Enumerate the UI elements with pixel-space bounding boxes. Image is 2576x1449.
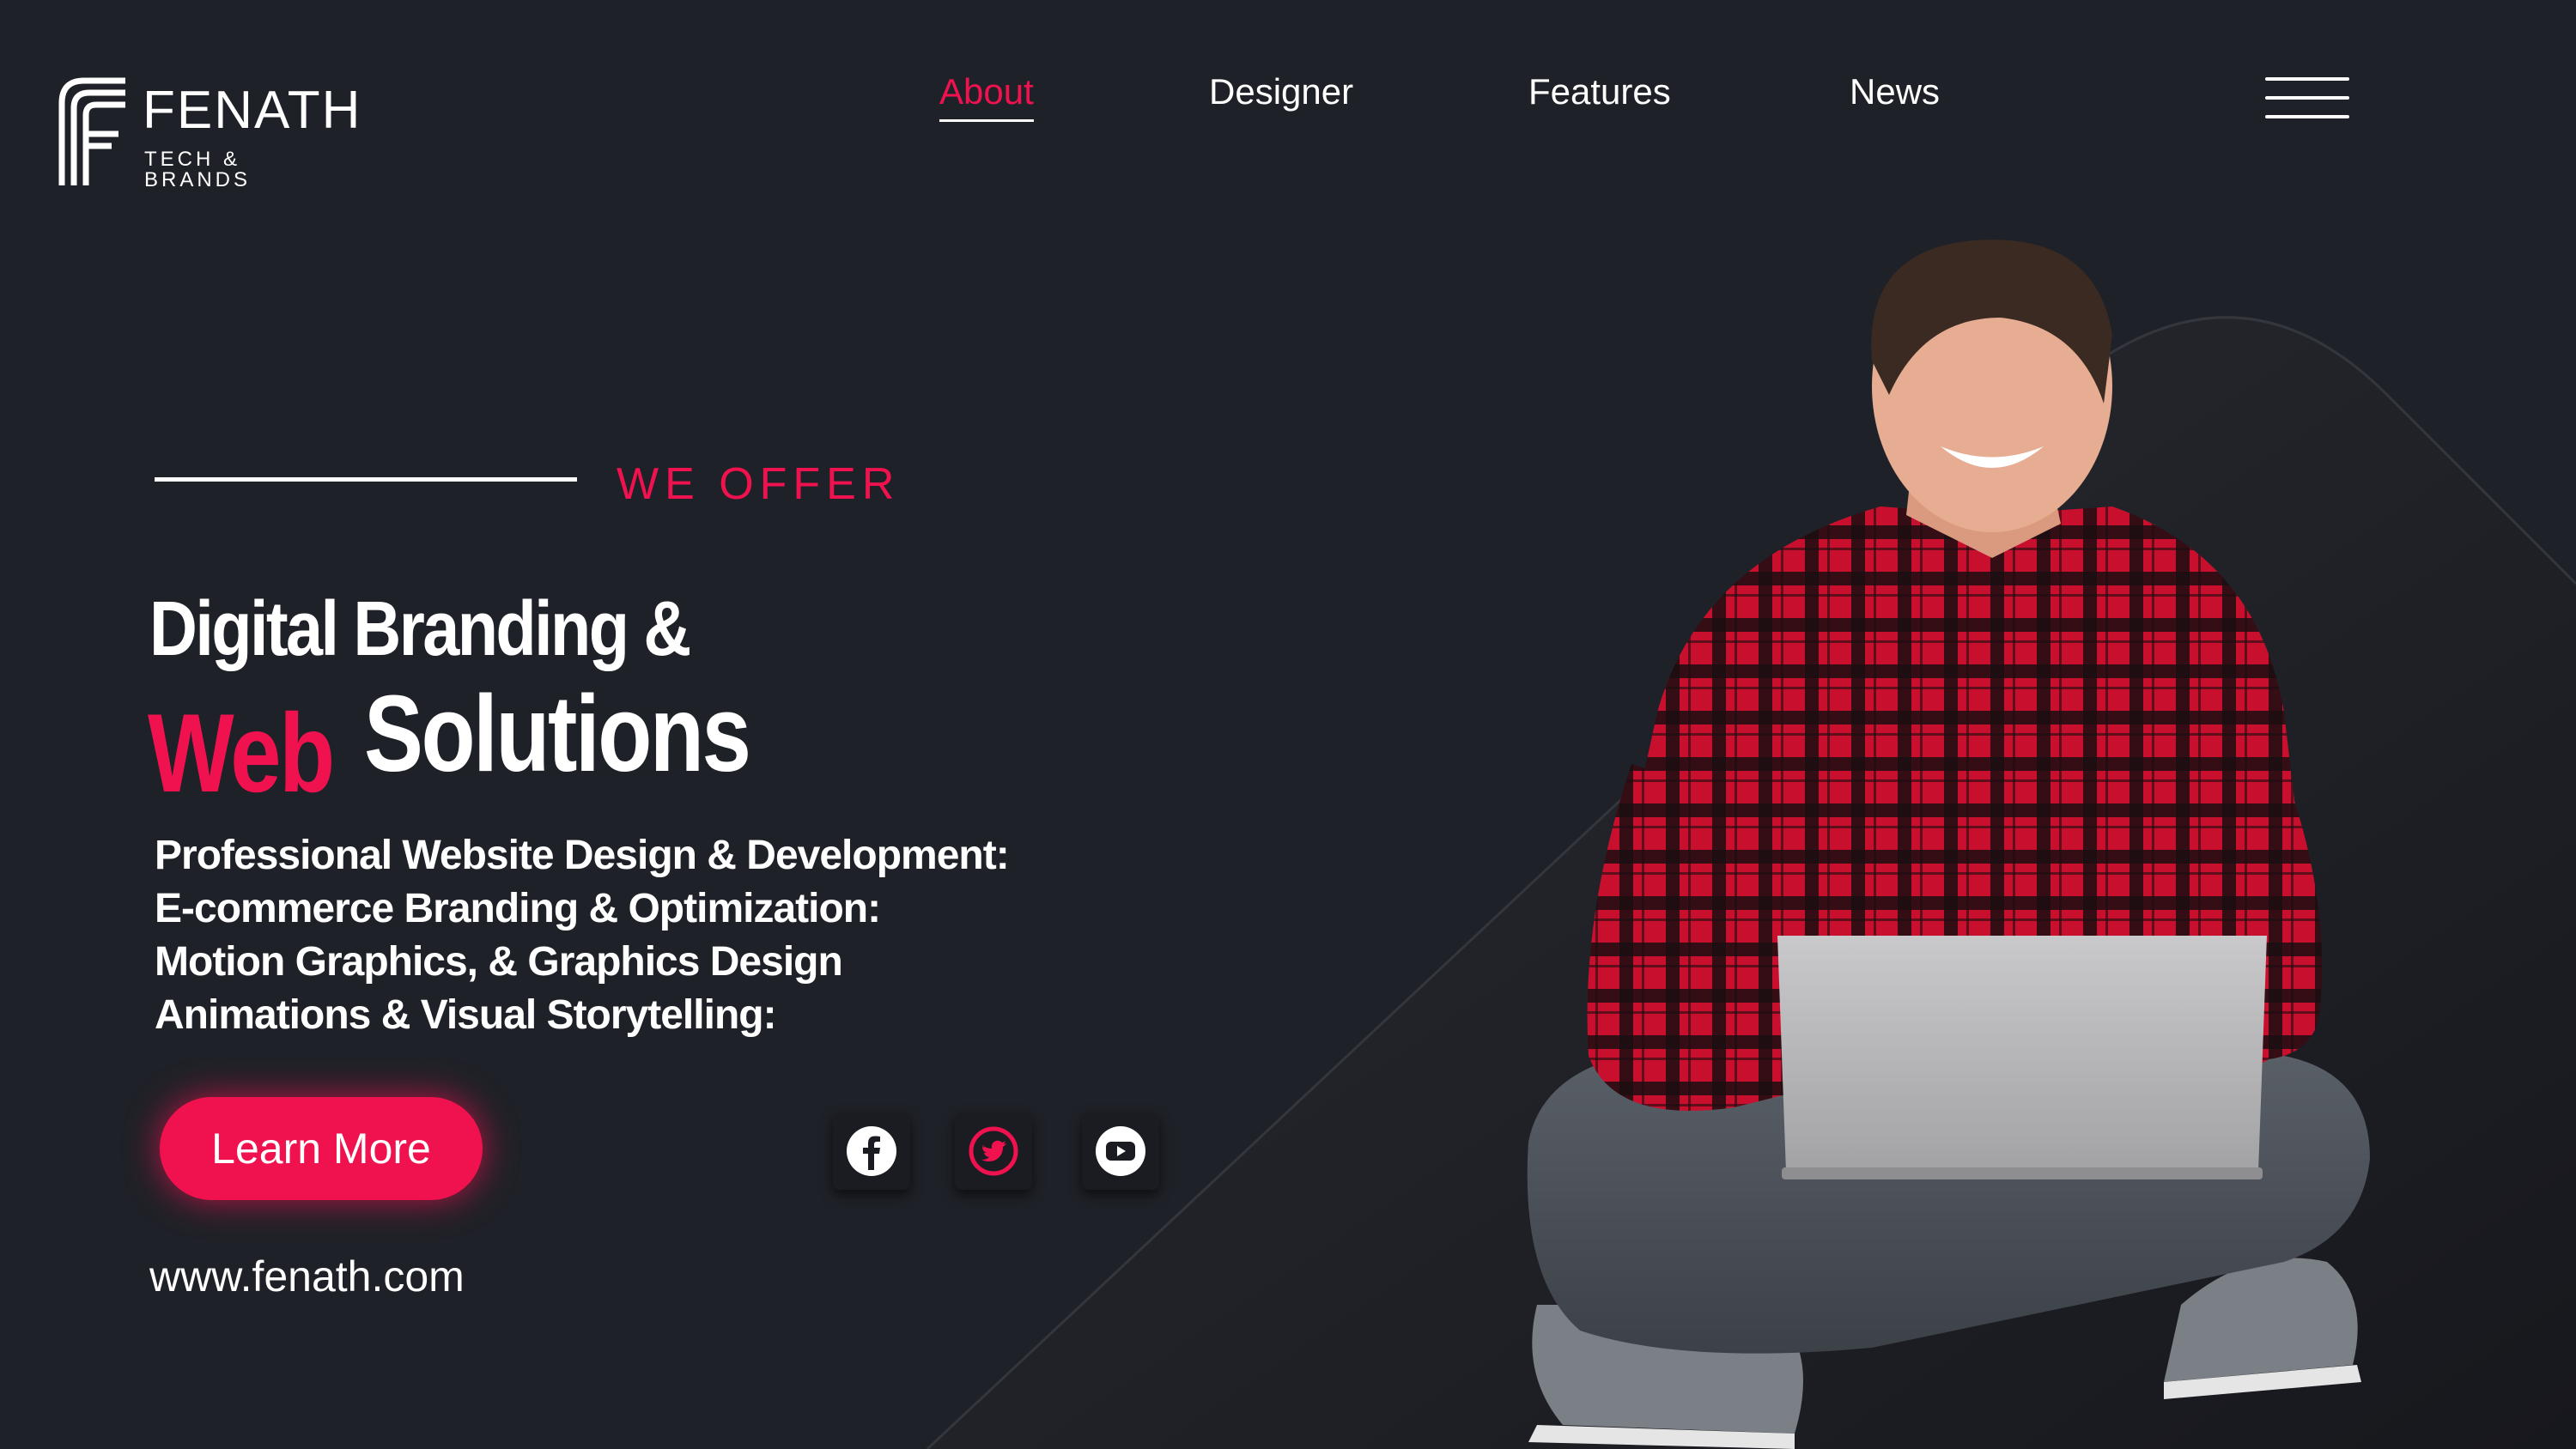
youtube-button[interactable]: [1082, 1113, 1159, 1190]
service-item: E-commerce Branding & Optimization:: [155, 886, 881, 931]
hamburger-menu-icon[interactable]: [2265, 77, 2349, 120]
hero-title-rest: Solutions: [364, 673, 751, 794]
brand-name: FENATH: [143, 81, 362, 140]
nav-item-about[interactable]: About: [939, 74, 1034, 122]
service-item: Motion Graphics, & Graphics Design: [155, 939, 843, 985]
facebook-icon: [847, 1126, 896, 1176]
eyebrow-text: WE OFFER: [617, 459, 901, 509]
brand-logo[interactable]: FENATH TECH & BRANDS: [58, 77, 360, 191]
youtube-icon: [1096, 1126, 1145, 1176]
services-list: Professional Website Design & Developmen…: [155, 829, 1010, 1042]
nav-item-designer[interactable]: Designer: [1209, 74, 1353, 110]
twitter-icon: [969, 1126, 1018, 1176]
facebook-button[interactable]: [833, 1113, 910, 1190]
twitter-button[interactable]: [955, 1113, 1032, 1190]
brand-tagline: TECH & BRANDS: [144, 148, 252, 191]
nav-item-features[interactable]: Features: [1528, 74, 1671, 110]
service-item: Professional Website Design & Developmen…: [155, 833, 1010, 878]
person-with-laptop-image: [1527, 239, 2370, 1449]
learn-more-button[interactable]: Learn More: [160, 1097, 483, 1200]
fenath-logo-icon: [58, 77, 125, 185]
hero-title-line1: Digital Branding &: [149, 586, 691, 672]
website-link[interactable]: www.fenath.com: [149, 1255, 465, 1298]
nav-item-news[interactable]: News: [1850, 74, 1940, 110]
service-item: Animations & Visual Storytelling:: [155, 992, 777, 1038]
hero-title-highlight: Web: [148, 690, 335, 815]
eyebrow-divider: [155, 477, 577, 482]
